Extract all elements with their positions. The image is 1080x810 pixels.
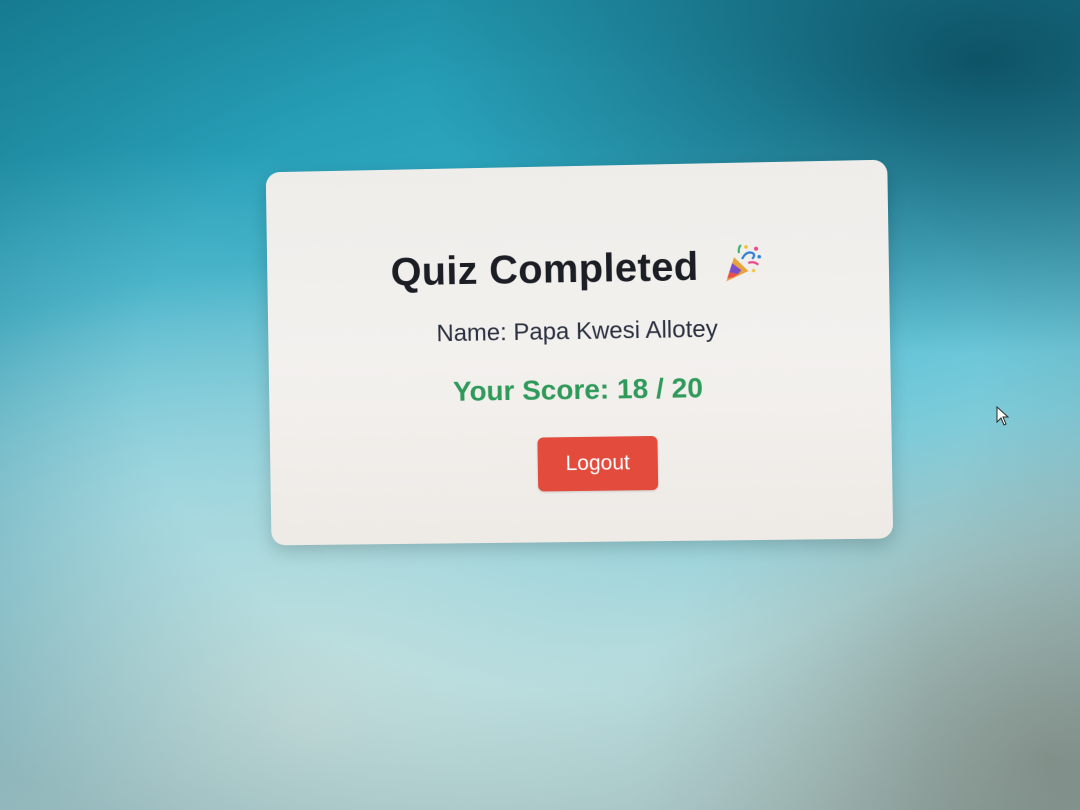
mouse-pointer-icon bbox=[996, 405, 1010, 426]
quiz-completed-title: Quiz Completed bbox=[267, 240, 889, 297]
title-text: Quiz Completed bbox=[390, 244, 699, 295]
quiz-result-card: Quiz Completed Name: Papa Kwesi Allotey … bbox=[265, 159, 894, 546]
logout-button[interactable]: Logout bbox=[537, 435, 659, 492]
party-popper-icon bbox=[722, 243, 763, 284]
score-result: Your Score: 18 / 20 bbox=[452, 372, 704, 407]
participant-name: Name: Papa Kwesi Allotey bbox=[436, 315, 718, 348]
